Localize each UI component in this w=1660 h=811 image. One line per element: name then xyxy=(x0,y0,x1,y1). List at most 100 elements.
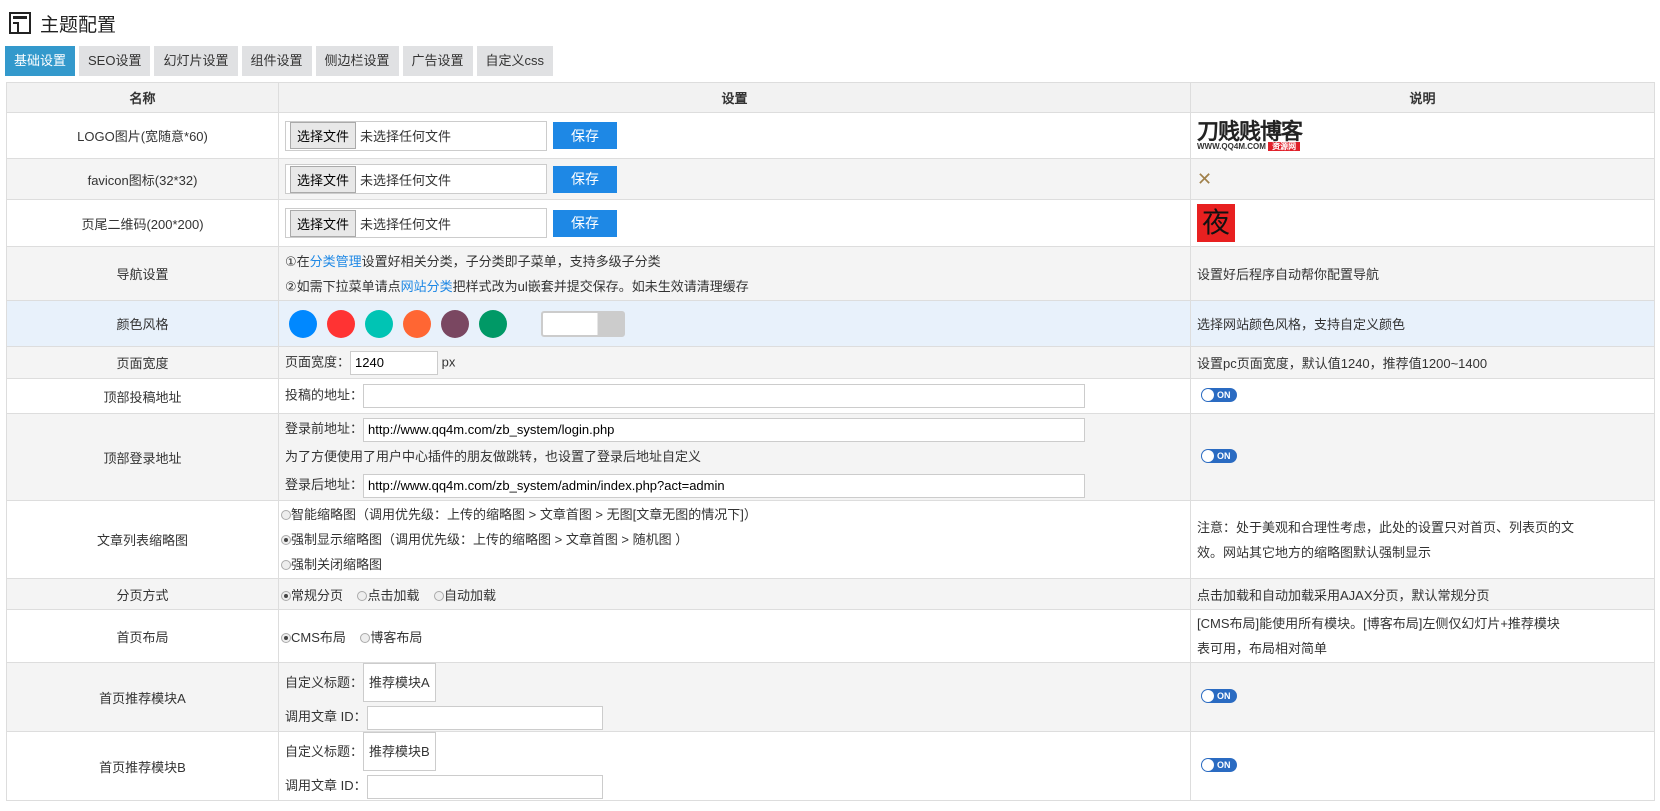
note-text: 为了方便使用了用户中心插件的朋友做跳转，也设置了登录后地址自定义 xyxy=(285,449,702,464)
field-label: 自定义标题： xyxy=(285,675,364,690)
toggle-switch[interactable]: ON xyxy=(1201,689,1237,703)
file-status: 未选择任何文件 xyxy=(360,216,452,232)
page-title: 主题配置 xyxy=(40,14,117,36)
row-login: 顶部登录地址 登录前地址： 为了方便使用了用户中心插件的朋友做跳转，也设置了登录后… xyxy=(6,413,1655,501)
radio-label: 点击加载 xyxy=(367,587,420,603)
row-layout: 首页布局 CMS布局 博客布局 [CMS布局]能使用所有模块。[博客布局]左侧仅… xyxy=(6,609,1655,663)
row-logo: LOGO图片(宽随意*60) 选择文件 未选择任何文件 保存 刀贱贱博客 WWW.QQ… xyxy=(6,112,1655,159)
row-desc: 注意：处于美观和合理性考虑，此处的设置只对首页、列表页的文 xyxy=(1197,519,1575,535)
row-label: 顶部投稿地址 xyxy=(6,378,279,414)
row-favicon: favicon图标(32*32) 选择文件 未选择任何文件 保存 ✕ xyxy=(6,158,1655,200)
qrcode-preview-icon: 夜 xyxy=(1197,204,1235,242)
custom-color-picker[interactable] xyxy=(541,310,625,337)
radio-option[interactable]: CMS布局 xyxy=(281,630,346,645)
toggle-switch[interactable]: ON xyxy=(1201,388,1237,402)
article-id-input[interactable] xyxy=(366,774,603,799)
toggle-label: ON xyxy=(1217,451,1231,461)
radio-option[interactable]: 强制显示缩略图（调用优先级：上传的缩略图 > 文章首图 > 随机图 ） xyxy=(281,527,1184,552)
tab-slides[interactable]: 幻灯片设置 xyxy=(154,46,238,76)
category-manage-link[interactable]: 分类管理 xyxy=(310,254,362,269)
tab-custom-css[interactable]: 自定义css xyxy=(476,46,554,76)
row-label: 文章列表缩略图 xyxy=(6,500,279,579)
col-desc: 说明 xyxy=(1190,82,1655,113)
row-paging: 分页方式 常规分页 点击加载 自动加载 点击加载和自动加载采用AJAX分页，默认… xyxy=(6,578,1655,610)
tab-seo[interactable]: SEO设置 xyxy=(79,46,151,76)
row-color: 颜色风格 选择网站颜色风格，支持自定义颜色 xyxy=(6,300,1655,347)
row-desc: 表可用，布局相对简单 xyxy=(1197,641,1328,656)
radio-option[interactable]: 自动加载 xyxy=(433,588,496,603)
radio-option[interactable]: 智能缩略图（调用优先级：上传的缩略图 > 文章首图 > 无图[文章无图的情况下]… xyxy=(281,502,1184,527)
row-qrcode: 页尾二维码(200*200) 选择文件 未选择任何文件 保存 夜 xyxy=(6,199,1655,247)
settings-table: 名称 设置 说明 LOGO图片(宽随意*60) 选择文件 未选择任何文件 保存 刀贱贱博… xyxy=(6,82,1655,801)
row-label: 页面宽度 xyxy=(6,346,279,379)
tab-bar: 基础设置 SEO设置 幻灯片设置 组件设置 侧边栏设置 广告设置 自定义css xyxy=(0,46,1660,76)
title-input[interactable]: 推荐模块A xyxy=(363,663,436,702)
radio-option[interactable]: 博客布局 xyxy=(360,630,422,645)
article-id-input[interactable] xyxy=(366,705,603,730)
row-label: LOGO图片(宽随意*60) xyxy=(6,112,279,159)
save-button[interactable]: 保存 xyxy=(553,165,617,193)
radio-label: 强制关闭缩略图 xyxy=(291,557,383,572)
text: ②如需下拉菜单请点 xyxy=(285,278,401,294)
text: 把样式改为ul嵌套并提交保存。如未生效请清理缓存 xyxy=(452,278,749,294)
row-desc: 设置好后程序自动帮你配置导航 xyxy=(1190,246,1655,301)
radio-label: CMS布局 xyxy=(291,629,346,645)
row-desc: 点击加载和自动加载采用AJAX分页，默认常规分页 xyxy=(1190,578,1655,610)
row-label: 顶部登录地址 xyxy=(6,413,279,501)
row-label: favicon图标(32*32) xyxy=(6,158,279,200)
radio-option[interactable]: 常规分页 xyxy=(281,588,343,603)
toggle-switch[interactable]: ON xyxy=(1201,758,1237,772)
row-module-b: 首页推荐模块B 自定义标题： 推荐模块B 调用文章 ID： ON xyxy=(6,731,1655,801)
choose-file-button[interactable]: 选择文件 xyxy=(290,209,357,237)
toggle-label: ON xyxy=(1217,760,1231,770)
color-swatch-5[interactable] xyxy=(441,309,469,338)
row-thumb: 文章列表缩略图 智能缩略图（调用优先级：上传的缩略图 > 文章首图 > 无图[文… xyxy=(6,500,1655,579)
field-label: 登录后地址： xyxy=(285,477,364,492)
radio-option[interactable]: 点击加载 xyxy=(357,588,419,603)
col-name: 名称 xyxy=(6,82,279,113)
row-label: 颜色风格 xyxy=(6,300,279,347)
toggle-label: ON xyxy=(1217,390,1231,400)
file-status: 未选择任何文件 xyxy=(360,172,452,188)
color-swatch-1[interactable] xyxy=(289,309,317,338)
color-swatch-6[interactable] xyxy=(479,309,507,338)
row-width: 页面宽度 页面宽度： px 设置pc页面宽度，默认值1240，推荐值1200~1… xyxy=(6,346,1655,379)
color-swatch-2[interactable] xyxy=(327,309,355,338)
file-input-qrcode[interactable]: 选择文件 未选择任何文件 xyxy=(285,208,547,238)
field-label: 投稿的地址： xyxy=(285,387,364,403)
save-button[interactable]: 保存 xyxy=(553,122,617,149)
submit-url-input[interactable] xyxy=(363,384,1086,408)
radio-option[interactable]: 强制关闭缩略图 xyxy=(281,552,1184,577)
title-input[interactable]: 推荐模块B xyxy=(363,732,436,771)
tab-sidebar[interactable]: 侧边栏设置 xyxy=(315,46,399,76)
choose-file-button[interactable]: 选择文件 xyxy=(290,122,357,149)
tab-ads[interactable]: 广告设置 xyxy=(402,46,473,76)
color-swatch-4[interactable] xyxy=(403,309,431,338)
tab-basic[interactable]: 基础设置 xyxy=(5,46,76,76)
favicon-preview-icon: ✕ xyxy=(1197,168,1213,189)
file-input-logo[interactable]: 选择文件 未选择任何文件 xyxy=(285,120,547,151)
row-desc: 选择网站颜色风格，支持自定义颜色 xyxy=(1190,300,1655,347)
field-label: 调用文章 ID： xyxy=(285,778,367,793)
toggle-switch[interactable]: ON xyxy=(1201,449,1237,463)
layout-icon xyxy=(9,12,31,34)
row-module-a: 首页推荐模块A 自定义标题： 推荐模块A 调用文章 ID： ON xyxy=(6,662,1655,732)
page-width-input[interactable] xyxy=(350,350,439,375)
file-input-favicon[interactable]: 选择文件 未选择任何文件 xyxy=(285,164,547,194)
after-login-url-input[interactable] xyxy=(363,473,1086,498)
site-category-link[interactable]: 网站分类 xyxy=(401,279,453,294)
text: 设置好相关分类，子分类即子菜单，支持多级子分类 xyxy=(361,253,661,269)
save-button[interactable]: 保存 xyxy=(553,209,617,237)
logo-preview: 刀贱贱博客 WWW.QQ4M.COM 资源网 xyxy=(1197,118,1303,151)
row-tougao: 顶部投稿地址 投稿的地址： ON xyxy=(6,378,1655,414)
field-label: 调用文章 ID： xyxy=(285,709,367,724)
login-url-input[interactable] xyxy=(363,417,1086,442)
row-nav: 导航设置 ①在分类管理设置好相关分类，子分类即子菜单，支持多级子分类 ②如需下拉菜… xyxy=(6,246,1655,301)
col-setting: 设置 xyxy=(278,82,1191,113)
toggle-label: ON xyxy=(1217,691,1231,701)
choose-file-button[interactable]: 选择文件 xyxy=(290,165,357,193)
text: ①在 xyxy=(285,253,310,269)
tab-widgets[interactable]: 组件设置 xyxy=(241,46,312,76)
color-swatch-3[interactable] xyxy=(365,309,393,338)
row-label: 分页方式 xyxy=(6,578,279,610)
